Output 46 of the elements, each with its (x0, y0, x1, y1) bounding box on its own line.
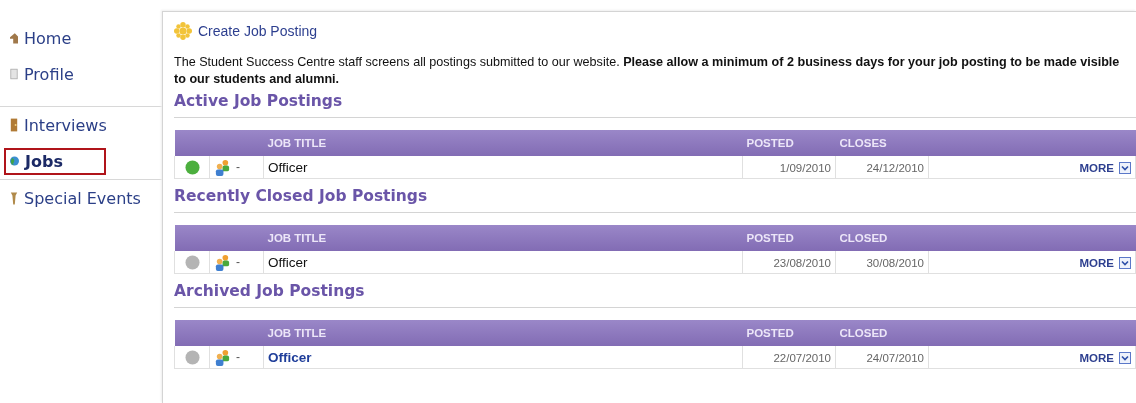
globe-icon (10, 154, 19, 168)
column-header: POSTED (746, 232, 794, 244)
closing-date: 24/07/2010 (866, 351, 924, 364)
nav-item[interactable]: Jobs (4, 147, 106, 175)
column-header: CLOSES (839, 137, 887, 149)
nav-item[interactable]: Special Events (4, 184, 147, 212)
posted-date: 23/08/2010 (773, 256, 831, 269)
dropdown-icon[interactable] (1119, 256, 1131, 269)
section-heading: Recently Closed Job Postings (174, 187, 429, 207)
column-header: POSTED (746, 137, 794, 149)
marker-text: - (236, 350, 240, 364)
job-title: Officer (268, 254, 308, 270)
column-header: JOB TITLE (267, 137, 327, 149)
section-heading: Active Job Postings (174, 92, 344, 112)
column-header: POSTED (746, 327, 794, 339)
create-job-posting-link[interactable]: Create Job Posting (198, 23, 318, 39)
nav-item[interactable]: Profile (4, 60, 80, 88)
column-header: JOB TITLE (267, 232, 327, 244)
door-icon (10, 117, 18, 133)
notice-text: The Student Success Centre staff screens all postings submitted to our website. Please allow a minimum of 2 business days for your job posting to be made visible to our students and alumni. (174, 54, 1121, 88)
house-icon (10, 31, 18, 45)
dropdown-icon[interactable] (1119, 161, 1131, 174)
section-heading: Archived Job Postings (174, 282, 366, 302)
column-header: CLOSED (839, 327, 888, 339)
nav-item[interactable]: Interviews (4, 111, 113, 139)
nav-item[interactable]: Home (4, 24, 78, 52)
sparkle-icon (174, 22, 192, 40)
more-link[interactable]: MORE (1079, 256, 1114, 269)
people-icon (214, 158, 231, 176)
posted-date: 1/09/2010 (779, 161, 831, 174)
job-title-link[interactable]: Officer (268, 349, 312, 365)
closing-date: 30/08/2010 (866, 256, 924, 269)
pin-icon (10, 190, 18, 206)
posted-date: 22/07/2010 (773, 351, 831, 364)
people-icon (214, 253, 231, 271)
closing-date: 24/12/2010 (866, 161, 924, 174)
more-link[interactable]: MORE (1079, 161, 1114, 174)
dropdown-icon[interactable] (1119, 351, 1131, 364)
people-icon (214, 348, 231, 366)
page-icon (10, 68, 18, 80)
column-header: JOB TITLE (267, 327, 327, 339)
marker-text: - (236, 160, 240, 174)
job-title: Officer (268, 159, 308, 175)
column-header: CLOSED (839, 232, 888, 244)
marker-text: - (236, 255, 240, 269)
more-link[interactable]: MORE (1079, 351, 1114, 364)
